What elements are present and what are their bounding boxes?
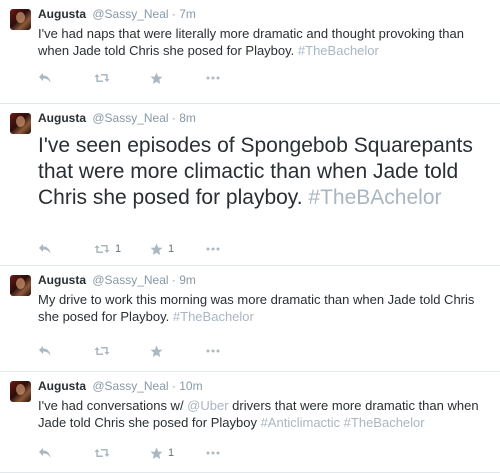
more-button[interactable] bbox=[206, 241, 262, 257]
user-name[interactable]: Augusta bbox=[38, 111, 86, 125]
avatar[interactable] bbox=[10, 113, 31, 134]
user-name[interactable]: Augusta bbox=[38, 7, 86, 21]
tweet-text-body: My drive to work this morning was more d… bbox=[38, 292, 475, 324]
favorite-button[interactable] bbox=[150, 70, 206, 86]
user-handle[interactable]: @Sassy_Neal bbox=[92, 111, 168, 125]
timestamp[interactable]: 8m bbox=[179, 111, 196, 125]
reply-icon bbox=[39, 73, 51, 83]
favorite-button[interactable]: 1 bbox=[150, 241, 206, 257]
user-name[interactable]: Augusta bbox=[38, 273, 86, 287]
tweet-text: My drive to work this morning was more d… bbox=[38, 291, 492, 325]
tweet-actions: 1 1 bbox=[38, 241, 262, 257]
separator: · bbox=[171, 111, 176, 125]
tweet-header: Augusta @Sassy_Neal · 10m bbox=[38, 378, 492, 394]
mention-link[interactable]: @Uber bbox=[187, 398, 228, 413]
hashtag-link[interactable]: #TheBachelor bbox=[173, 309, 254, 324]
reply-button[interactable] bbox=[38, 241, 94, 257]
avatar[interactable] bbox=[10, 275, 31, 296]
retweet-button[interactable] bbox=[94, 445, 150, 461]
more-icon bbox=[206, 349, 220, 353]
tweet-text-body: I've had naps that were literally more d… bbox=[38, 26, 464, 58]
avatar[interactable] bbox=[10, 381, 31, 402]
retweet-icon bbox=[94, 245, 110, 253]
tweet-text: I've had naps that were literally more d… bbox=[38, 25, 492, 59]
timestamp[interactable]: 10m bbox=[179, 379, 202, 393]
hashtag-link[interactable]: #Anticlimactic bbox=[261, 415, 340, 430]
user-handle[interactable]: @Sassy_Neal bbox=[92, 273, 168, 287]
favorite-button[interactable] bbox=[150, 343, 206, 359]
tweet-content: Augusta @Sassy_Neal · 8m I've seen episo… bbox=[38, 110, 492, 211]
tweet-content: Augusta @Sassy_Neal · 9m My drive to wor… bbox=[38, 272, 492, 325]
favorite-icon bbox=[150, 345, 163, 357]
tweet-text-body: I've had conversations w/ bbox=[38, 398, 188, 413]
favorite-count: 1 bbox=[168, 243, 175, 255]
hashtag-link[interactable]: #TheBachelor bbox=[344, 415, 425, 430]
hashtag-link[interactable]: #TheBAchelor bbox=[308, 186, 441, 209]
more-icon bbox=[206, 76, 220, 80]
separator: · bbox=[171, 7, 176, 21]
tweet-content: Augusta @Sassy_Neal · 10m I've had conve… bbox=[38, 378, 492, 431]
separator: · bbox=[171, 379, 176, 393]
hashtag-link[interactable]: #TheBachelor bbox=[298, 43, 379, 58]
tweet-header: Augusta @Sassy_Neal · 9m bbox=[38, 272, 492, 288]
retweet-button[interactable]: 1 bbox=[94, 241, 150, 257]
favorite-icon bbox=[150, 243, 163, 255]
tweet-text: I've seen episodes of Spongebob Squarepa… bbox=[38, 133, 492, 211]
tweet[interactable]: Augusta @Sassy_Neal · 7m I've had naps t… bbox=[0, 0, 500, 104]
tweet-header: Augusta @Sassy_Neal · 7m bbox=[38, 6, 492, 22]
favorite-icon bbox=[150, 72, 163, 84]
more-button[interactable] bbox=[206, 343, 262, 359]
reply-icon bbox=[39, 346, 51, 356]
separator: · bbox=[171, 273, 176, 287]
timestamp[interactable]: 7m bbox=[179, 7, 196, 21]
tweet-text: I've had conversations w/ @Uber drivers … bbox=[38, 397, 492, 431]
retweet-count: 1 bbox=[115, 243, 122, 255]
favorite-count: 1 bbox=[168, 447, 175, 459]
reply-button[interactable] bbox=[38, 70, 94, 86]
tweet-content: Augusta @Sassy_Neal · 7m I've had naps t… bbox=[38, 6, 492, 59]
retweet-icon bbox=[94, 449, 110, 457]
reply-icon bbox=[39, 244, 51, 254]
tweet-actions bbox=[38, 343, 262, 359]
user-handle[interactable]: @Sassy_Neal bbox=[92, 379, 168, 393]
favorite-button[interactable]: 1 bbox=[150, 445, 206, 461]
avatar[interactable] bbox=[10, 9, 31, 30]
user-name[interactable]: Augusta bbox=[38, 379, 86, 393]
reply-button[interactable] bbox=[38, 445, 94, 461]
retweet-icon bbox=[94, 347, 110, 355]
more-icon bbox=[206, 451, 220, 455]
more-icon bbox=[206, 247, 220, 251]
reply-icon bbox=[39, 448, 51, 458]
retweet-button[interactable] bbox=[94, 343, 150, 359]
favorite-icon bbox=[150, 447, 163, 459]
more-button[interactable] bbox=[206, 445, 262, 461]
timestamp[interactable]: 9m bbox=[179, 273, 196, 287]
more-button[interactable] bbox=[206, 70, 262, 86]
user-handle[interactable]: @Sassy_Neal bbox=[92, 7, 168, 21]
reply-button[interactable] bbox=[38, 343, 94, 359]
retweet-icon bbox=[94, 74, 110, 82]
tweet-actions bbox=[38, 70, 262, 86]
tweet-header: Augusta @Sassy_Neal · 8m bbox=[38, 110, 492, 126]
tweet-actions: 1 bbox=[38, 445, 262, 461]
retweet-button[interactable] bbox=[94, 70, 150, 86]
